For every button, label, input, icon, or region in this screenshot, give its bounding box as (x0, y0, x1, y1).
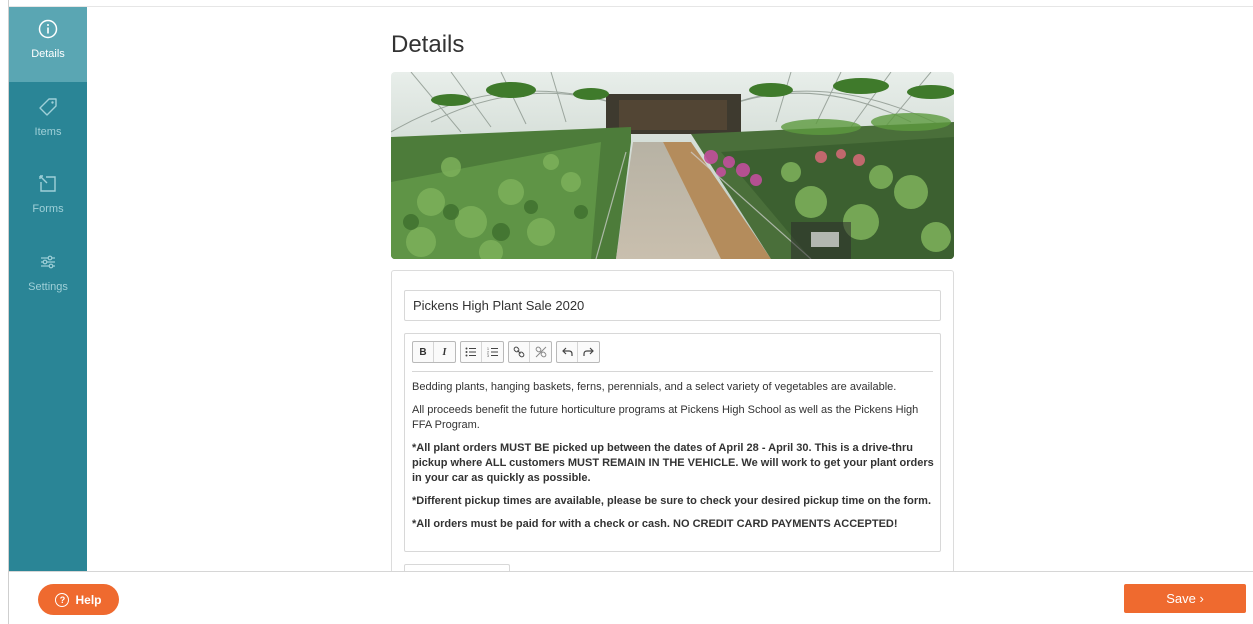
link-group (508, 341, 552, 363)
unlink-button[interactable] (530, 342, 551, 362)
page-title: Details (391, 31, 465, 58)
sidebar-item-label: Forms (32, 203, 64, 215)
help-label: Help (75, 592, 102, 607)
description-paragraph: *All orders must be paid for with a chec… (412, 518, 898, 530)
question-icon: ? (55, 592, 70, 607)
description-paragraph: *Different pickup times are available, p… (412, 495, 931, 507)
footer-bar (9, 571, 1253, 624)
sidebar-item-settings[interactable]: Settings (9, 240, 87, 315)
svg-text:3: 3 (487, 354, 489, 357)
description-paragraph: Bedding plants, hanging baskets, ferns, … (412, 381, 897, 393)
editor-content[interactable]: Bedding plants, hanging baskets, ferns, … (412, 380, 934, 540)
list-group: 123 (460, 341, 504, 363)
unlink-icon (535, 346, 546, 358)
sidebar-item-label: Items (34, 126, 62, 138)
bullet-list-icon (465, 347, 476, 357)
save-button[interactable]: Save › (1124, 584, 1246, 613)
format-group: B I (412, 341, 456, 363)
top-border (0, 0, 1253, 7)
app-window: Details Items Forms Settings Details Pic… (0, 0, 1253, 624)
description-paragraph: *All plant orders MUST BE picked up betw… (412, 442, 934, 484)
left-edge (0, 0, 9, 624)
redo-icon (583, 347, 594, 356)
cover-image[interactable] (391, 72, 954, 259)
numbered-list-icon: 123 (487, 347, 498, 357)
sidebar-item-details[interactable]: Details (9, 7, 87, 82)
sidebar-item-items[interactable]: Items (9, 85, 87, 160)
toolbar-divider (412, 371, 933, 372)
help-button[interactable]: ? Help (38, 584, 119, 615)
sidebar-item-label: Settings (28, 281, 68, 293)
sliders-icon (38, 252, 58, 272)
link-button[interactable] (509, 342, 530, 362)
tag-icon (38, 97, 58, 117)
italic-button[interactable]: I (434, 342, 455, 362)
form-icon (38, 174, 58, 194)
numbered-list-button[interactable]: 123 (482, 342, 503, 362)
undo-icon (561, 347, 573, 356)
bold-button[interactable]: B (413, 342, 434, 362)
sidebar: Details Items Forms Settings (9, 7, 87, 571)
history-group (556, 341, 600, 363)
sidebar-item-label: Details (31, 48, 65, 60)
sale-name-input[interactable]: Pickens High Plant Sale 2020 (404, 290, 941, 321)
undo-button[interactable] (557, 342, 578, 362)
description-editor[interactable]: B I 123 Bedding plants, hanging baskets,… (404, 333, 941, 552)
description-paragraph: All proceeds benefit the future horticul… (412, 404, 919, 431)
info-icon (38, 19, 58, 39)
redo-button[interactable] (578, 342, 599, 362)
link-icon (513, 346, 525, 358)
sidebar-item-forms[interactable]: Forms (9, 162, 87, 237)
bullet-list-button[interactable] (461, 342, 482, 362)
